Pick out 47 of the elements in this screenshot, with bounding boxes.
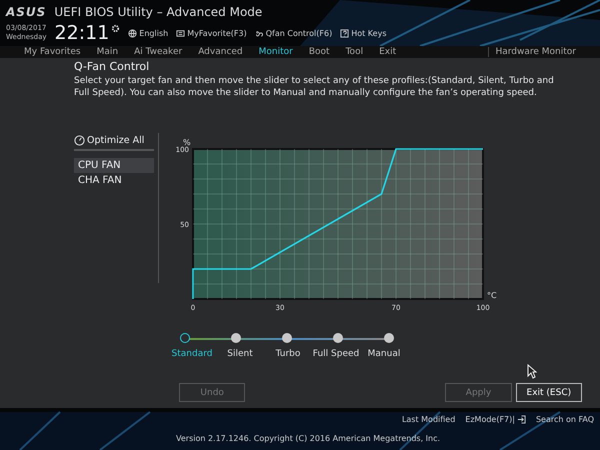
- slider-stop[interactable]: [333, 333, 343, 343]
- footer-link[interactable]: Search on FAQ: [536, 415, 594, 424]
- slider-stop[interactable]: [282, 333, 292, 343]
- dialog-title: Q-Fan Control: [74, 60, 150, 73]
- profile-label[interactable]: Full Speed: [312, 349, 360, 359]
- globe-icon: [128, 28, 138, 38]
- menu-tab[interactable]: Ai Tweaker: [134, 47, 182, 57]
- window-title: UEFI BIOS Utility – Advanced Mode: [54, 5, 262, 19]
- toolbar-button[interactable]: MyFavorite(F3): [176, 28, 247, 38]
- clock-time: 22:11: [54, 22, 110, 44]
- gear-icon[interactable]: [111, 24, 120, 32]
- toolbar-button[interactable]: English: [128, 28, 168, 38]
- description-text: Select your target fan and then move the slider to select any of these profiles:(Standard, Silent, Turbo and Full Speed). You can also move the slider to Manual and manually configure the fan’s operating speed.: [74, 75, 554, 99]
- help-icon: [340, 28, 350, 38]
- menu-tab[interactable]: Boot: [308, 47, 330, 57]
- menu-tab[interactable]: Monitor: [258, 47, 293, 57]
- footer-link[interactable]: Last Modified: [402, 415, 456, 424]
- toolbar-button[interactable]: Hot Keys: [340, 28, 386, 38]
- gauge-icon: [74, 135, 85, 146]
- toolbar-button[interactable]: Qfan Control(F6): [254, 28, 332, 38]
- mouse-cursor-icon: [527, 364, 537, 379]
- profile-slider[interactable]: [180, 333, 394, 345]
- slider-stop[interactable]: [180, 333, 190, 343]
- menu-tab[interactable]: Main: [96, 47, 118, 57]
- dialog-button[interactable]: Exit (ESC): [516, 383, 582, 402]
- menu-tab[interactable]: Tool: [346, 47, 364, 57]
- logo: ASUS: [6, 5, 46, 19]
- exit-icon: [516, 415, 526, 424]
- menu-tab[interactable]: Advanced: [198, 47, 243, 57]
- axis-label: %: [183, 138, 191, 147]
- axis-label: °C: [487, 291, 497, 300]
- fan-list-item[interactable]: CHA FAN: [74, 173, 154, 188]
- optimize-all-button[interactable]: Optimize All: [74, 133, 154, 151]
- folder-icon: [176, 28, 186, 38]
- profile-label[interactable]: Manual: [360, 349, 408, 359]
- slider-stop[interactable]: [231, 333, 241, 343]
- slider-stop[interactable]: [384, 333, 394, 343]
- menu-tab[interactable]: My Favorites: [24, 47, 81, 57]
- fan-list-item[interactable]: CPU FAN: [74, 158, 154, 173]
- profile-label[interactable]: Silent: [216, 349, 264, 359]
- fan-icon: [254, 28, 264, 38]
- hardware-monitor-tab[interactable]: Hardware Monitor: [488, 47, 576, 57]
- version-text: Version 2.17.1246. Copyright (C) 2016 American Megatrends, Inc.: [176, 434, 442, 443]
- menu-tab[interactable]: Exit: [379, 47, 396, 57]
- profile-label[interactable]: Turbo: [264, 349, 312, 359]
- profile-label[interactable]: Standard: [168, 349, 216, 359]
- footer-link[interactable]: EzMode(F7)|: [465, 415, 526, 424]
